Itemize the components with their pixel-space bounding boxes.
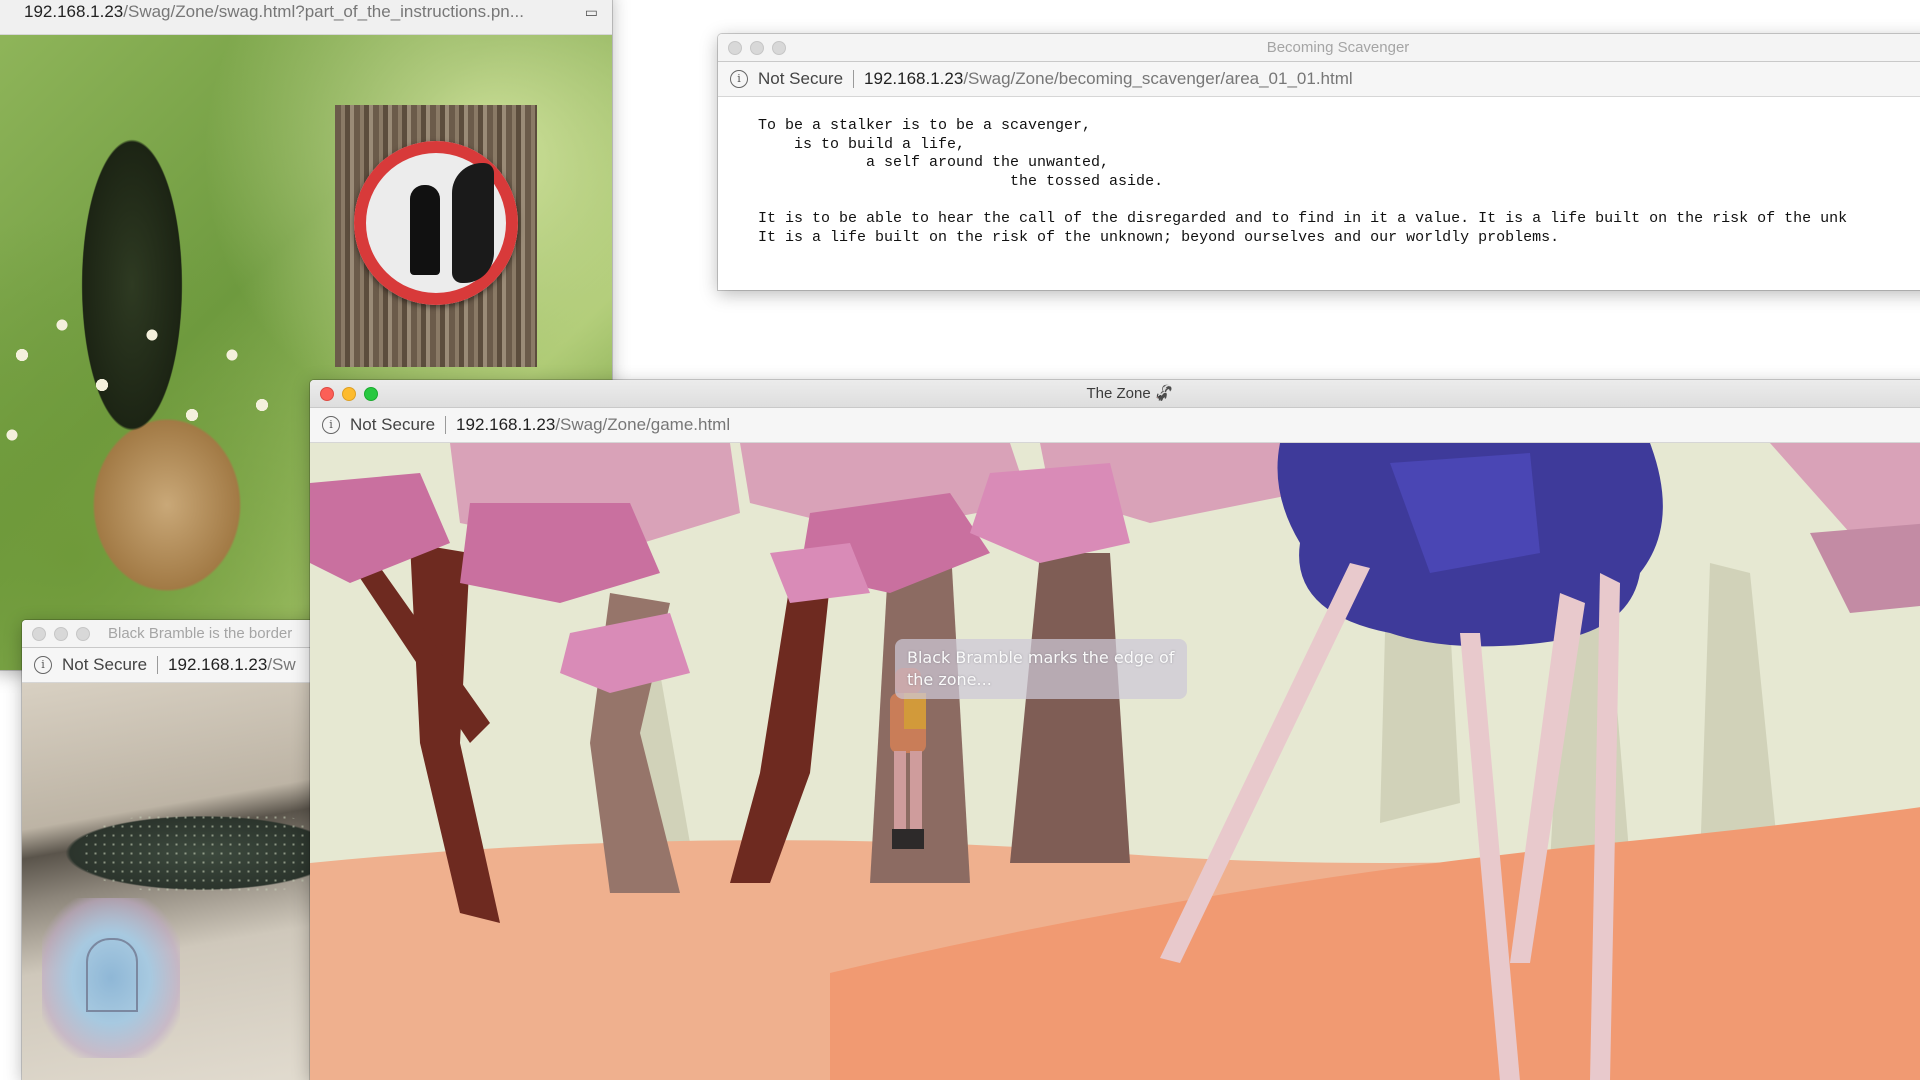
window-titlebar[interactable]: Becoming Scavenger	[718, 34, 1920, 62]
minimize-button[interactable]	[54, 627, 68, 641]
poem-text: To be a stalker is to be a scavenger, is…	[758, 117, 1848, 246]
info-icon[interactable]: i	[730, 70, 748, 88]
minimize-button[interactable]	[750, 41, 764, 55]
window-title: Black Bramble is the border	[108, 625, 293, 642]
climber-figure	[410, 185, 440, 275]
address-bar[interactable]: i Not Secure 192.168.1.23 /Swag/Zone/gam…	[310, 408, 1920, 443]
minimize-button[interactable]	[342, 387, 356, 401]
window-title: The Zone 🦨	[1086, 385, 1174, 402]
url-path: /Sw	[267, 655, 296, 674]
info-icon[interactable]: i	[322, 416, 340, 434]
security-label: Not Secure	[758, 69, 844, 88]
zoom-button[interactable]	[772, 41, 786, 55]
zone-game-window[interactable]: The Zone 🦨 i Not Secure 192.168.1.23 /Sw…	[310, 380, 1920, 1080]
url-path: /Swag/Zone/game.html	[555, 415, 731, 434]
window-controls	[320, 387, 378, 401]
rock-wall	[452, 163, 494, 283]
close-button[interactable]	[32, 627, 46, 641]
separator	[157, 656, 159, 674]
sign-photo	[335, 105, 537, 367]
plantain-flowers	[0, 295, 292, 535]
url-path: /Swag/Zone/becoming_scavenger/area_01_01…	[963, 69, 1353, 88]
zoom-button[interactable]	[76, 627, 90, 641]
window-titlebar[interactable]: The Zone 🦨	[310, 380, 1920, 408]
close-button[interactable]	[728, 41, 742, 55]
arch-outline	[86, 938, 138, 1012]
security-label: Not Secure	[62, 655, 148, 674]
game-scene[interactable]	[310, 443, 1920, 1080]
scavenger-window[interactable]: Becoming Scavenger i Not Secure 192.168.…	[718, 34, 1920, 290]
window-controls	[728, 41, 786, 55]
window-title: Becoming Scavenger	[1266, 39, 1410, 56]
info-icon[interactable]: i	[34, 656, 52, 674]
url-host: 192.168.1.23	[168, 655, 268, 674]
security-label: Not Secure	[350, 415, 436, 434]
lizard-body	[82, 813, 342, 893]
address-bar[interactable]: i Not Secure 192.168.1.23 /Swag/Zone/bec…	[718, 62, 1920, 97]
climber-sign	[354, 141, 518, 305]
separator	[853, 70, 855, 88]
separator	[445, 416, 447, 434]
reader-icon[interactable]: ▭	[585, 4, 598, 21]
dialogue-bubble: Black Bramble marks the edge of the zone…	[895, 639, 1187, 699]
address-bar[interactable]: 192.168.1.23 /Swag/Zone/swag.html?part_o…	[0, 0, 612, 35]
url-host: 192.168.1.23	[24, 2, 124, 21]
game-canvas[interactable]: Black Bramble marks the edge of the zone…	[310, 443, 1920, 1080]
url-host: 192.168.1.23	[456, 415, 556, 434]
url-path: /Swag/Zone/swag.html?part_of_the_instruc…	[123, 2, 524, 21]
arch-print	[42, 898, 180, 1058]
url-host: 192.168.1.23	[864, 69, 964, 88]
window-controls	[32, 627, 90, 641]
close-button[interactable]	[320, 387, 334, 401]
zoom-button[interactable]	[364, 387, 378, 401]
